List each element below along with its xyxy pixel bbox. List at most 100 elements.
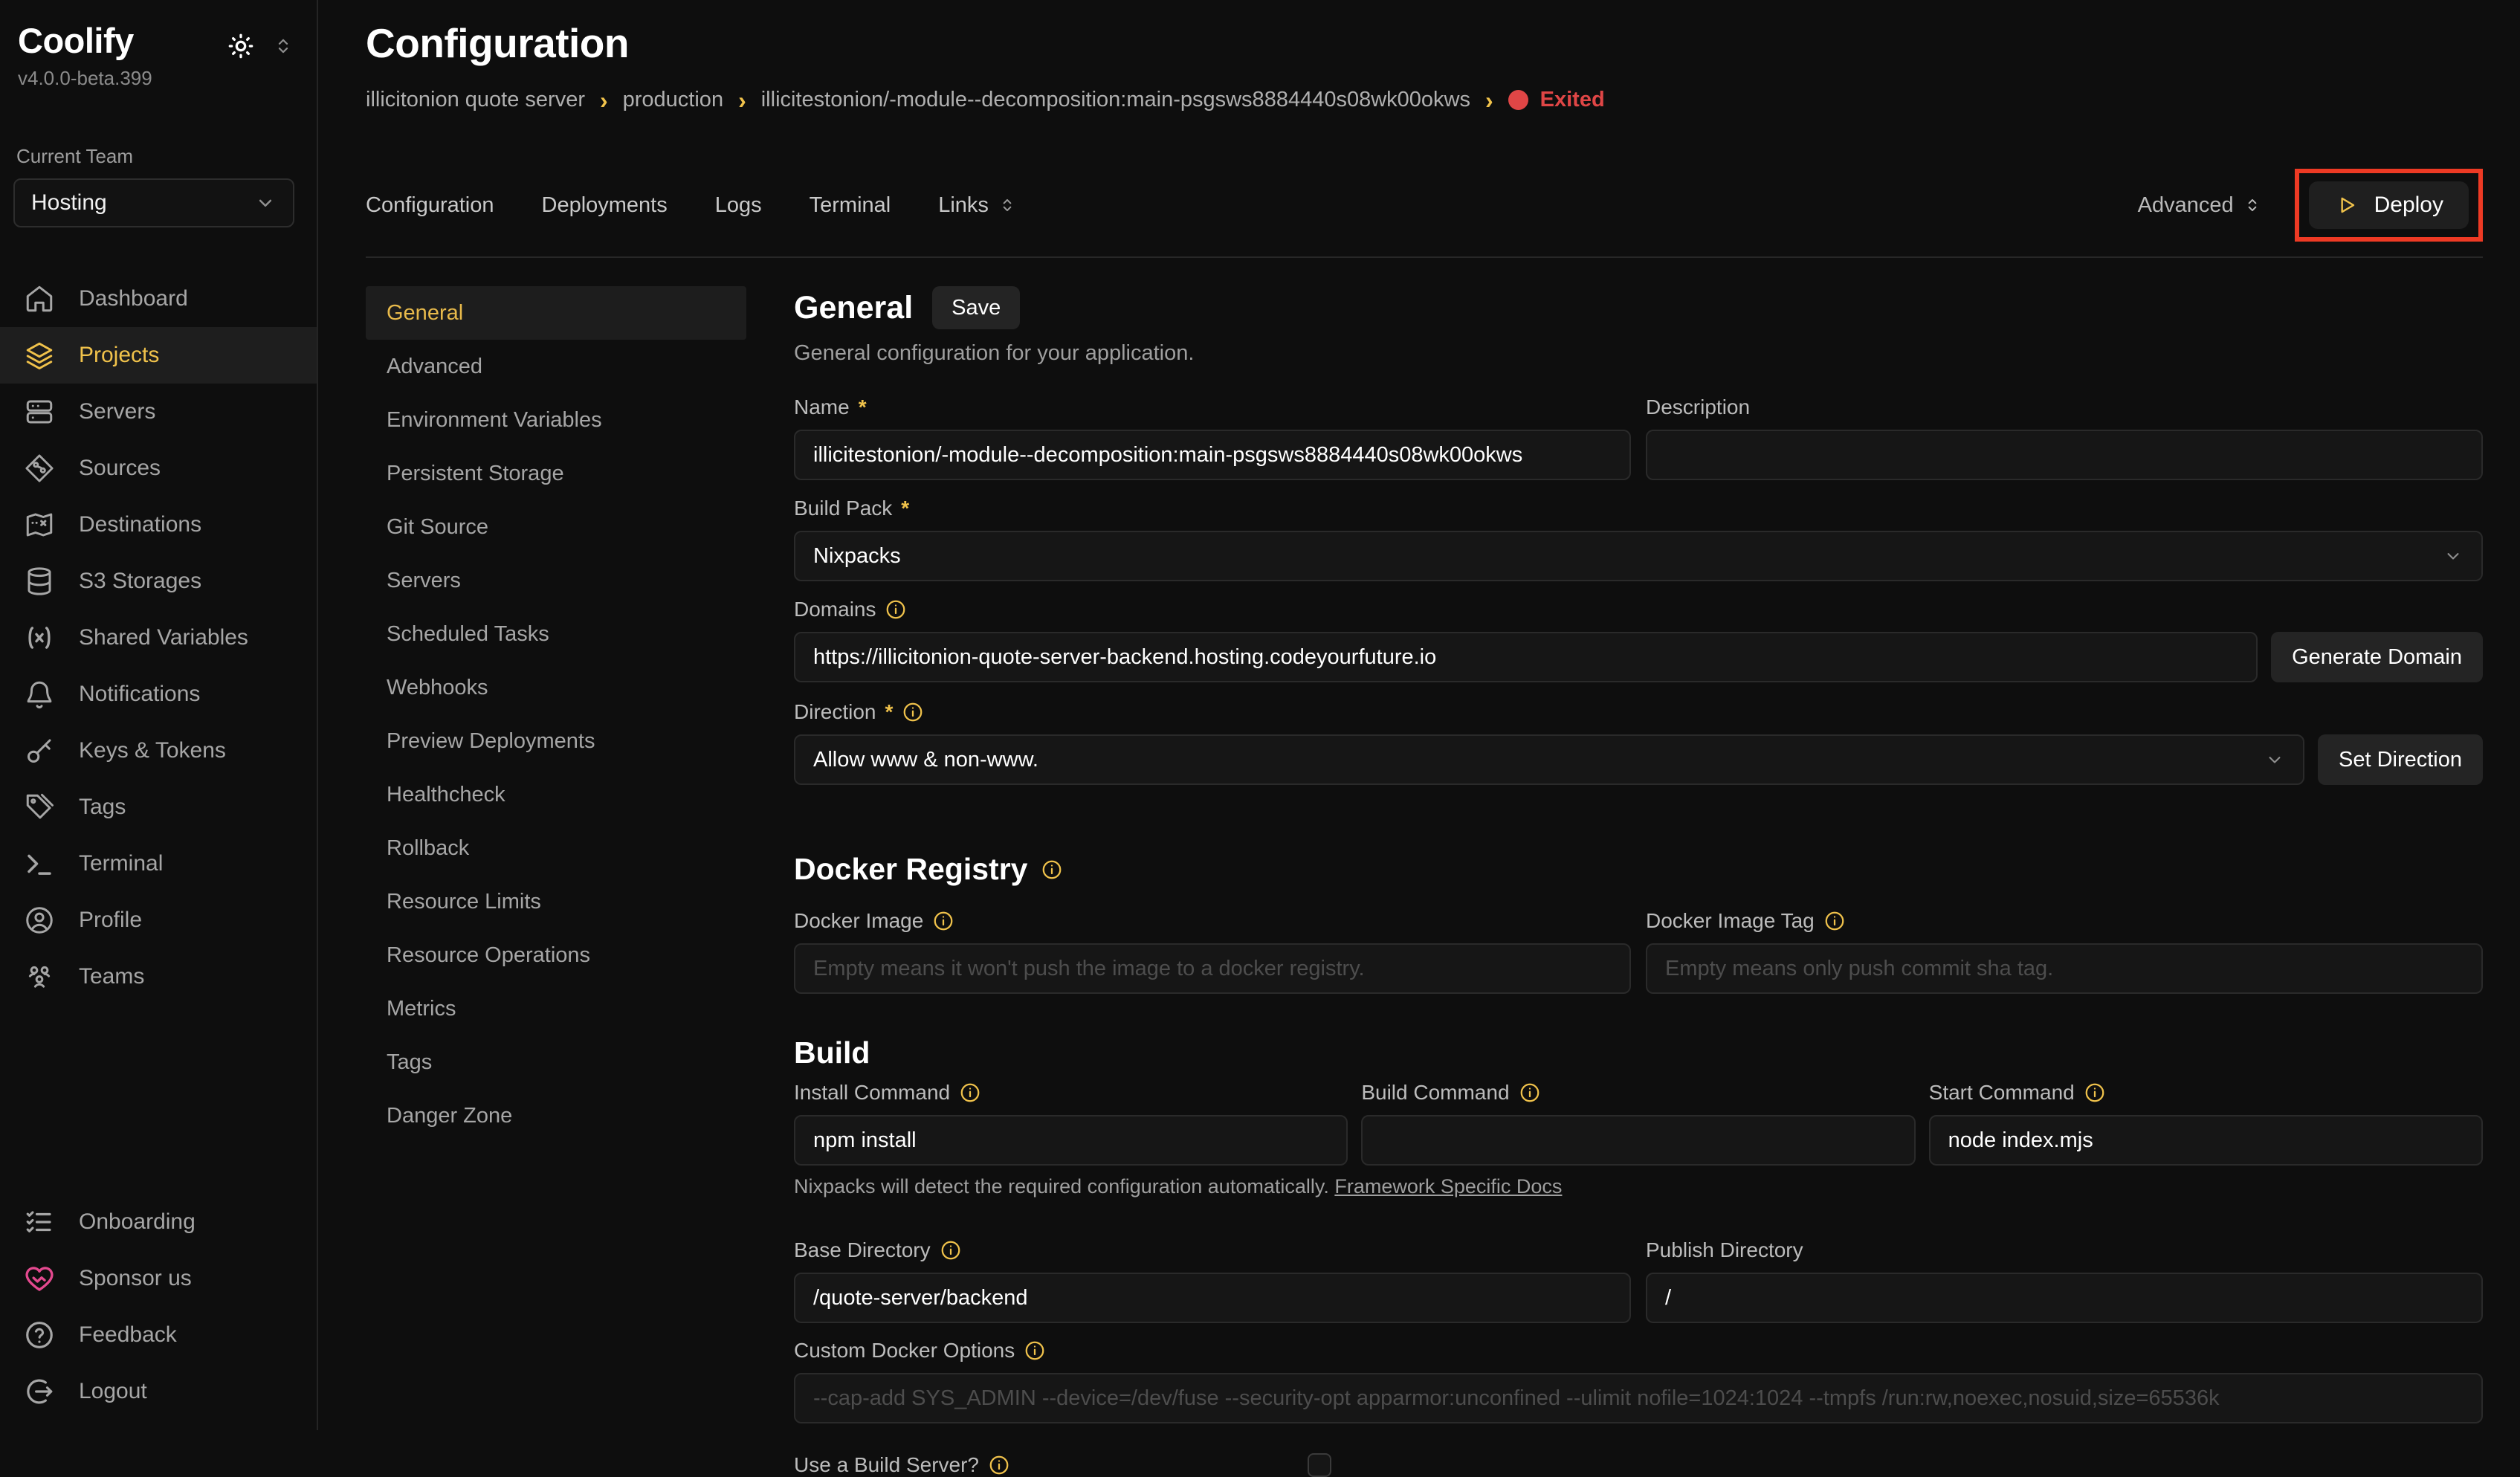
info-icon[interactable] bbox=[932, 910, 954, 932]
subnav-item-healthcheck[interactable]: Healthcheck bbox=[366, 768, 746, 821]
tab-bar: Configuration Deployments Logs Terminal … bbox=[366, 169, 2483, 242]
sidebar-item-projects[interactable]: Projects bbox=[0, 327, 317, 384]
build-command-label: Build Command bbox=[1361, 1081, 1509, 1105]
subnav-item-preview-deployments[interactable]: Preview Deployments bbox=[366, 714, 746, 768]
page-title: Configuration bbox=[366, 19, 2483, 67]
subnav-item-persistent-storage[interactable]: Persistent Storage bbox=[366, 447, 746, 500]
docker-image-label: Docker Image bbox=[794, 909, 923, 933]
user-icon bbox=[22, 903, 56, 937]
info-icon[interactable] bbox=[988, 1454, 1010, 1476]
sidebar-item-tags[interactable]: Tags bbox=[0, 779, 317, 836]
info-icon[interactable] bbox=[885, 598, 907, 621]
name-input[interactable] bbox=[794, 430, 1631, 480]
base-directory-input[interactable] bbox=[794, 1273, 1631, 1323]
sidebar-item-sponsor[interactable]: Sponsor us bbox=[0, 1250, 317, 1307]
custom-docker-options-input[interactable] bbox=[794, 1373, 2483, 1423]
subnav-item-servers[interactable]: Servers bbox=[366, 554, 746, 607]
tab-configuration[interactable]: Configuration bbox=[366, 193, 494, 218]
docker-registry-heading: Docker Registry bbox=[794, 852, 1027, 887]
install-command-input[interactable] bbox=[794, 1115, 1348, 1166]
main-content: Configuration illicitonion quote server … bbox=[318, 0, 2520, 1430]
sidebar-item-terminal[interactable]: Terminal bbox=[0, 836, 317, 892]
build-server-checkbox[interactable] bbox=[1308, 1453, 1331, 1477]
sidebar-item-teams[interactable]: Teams bbox=[0, 948, 317, 1005]
build-command-input[interactable] bbox=[1361, 1115, 1915, 1166]
breadcrumb-project[interactable]: illicitonion quote server bbox=[366, 88, 585, 112]
sidebar-item-dashboard[interactable]: Dashboard bbox=[0, 271, 317, 327]
sidebar-item-destinations[interactable]: Destinations bbox=[0, 497, 317, 553]
subnav-item-danger-zone[interactable]: Danger Zone bbox=[366, 1089, 746, 1143]
deploy-button[interactable]: Deploy bbox=[2309, 181, 2469, 229]
subnav-item-resource-limits[interactable]: Resource Limits bbox=[366, 875, 746, 928]
tab-logs[interactable]: Logs bbox=[715, 193, 762, 218]
docker-image-input[interactable] bbox=[794, 943, 1631, 994]
breadcrumb-separator: › bbox=[600, 88, 608, 112]
nav-label: S3 Storages bbox=[79, 569, 201, 594]
info-icon[interactable] bbox=[1024, 1339, 1046, 1362]
domains-input[interactable] bbox=[794, 632, 2258, 682]
subnav-item-webhooks[interactable]: Webhooks bbox=[366, 661, 746, 714]
breadcrumb-application[interactable]: illicitestonion/-module--decomposition:m… bbox=[761, 88, 1470, 112]
sidebar-item-sources[interactable]: Sources bbox=[0, 440, 317, 497]
direction-select[interactable]: Allow www & non-www. bbox=[794, 734, 2304, 785]
info-icon[interactable] bbox=[940, 1239, 962, 1261]
set-direction-button[interactable]: Set Direction bbox=[2318, 734, 2483, 785]
sidebar-item-feedback[interactable]: Feedback bbox=[0, 1307, 317, 1363]
info-icon[interactable] bbox=[902, 701, 924, 723]
start-command-input[interactable] bbox=[1929, 1115, 2483, 1166]
breadcrumb-environment[interactable]: production bbox=[623, 88, 723, 112]
tab-deployments[interactable]: Deployments bbox=[542, 193, 668, 218]
subnav-item-git-source[interactable]: Git Source bbox=[366, 500, 746, 554]
sun-icon[interactable] bbox=[226, 31, 256, 61]
subnav-item-environment-variables[interactable]: Environment Variables bbox=[366, 393, 746, 447]
info-icon[interactable] bbox=[959, 1082, 981, 1104]
docker-image-tag-input[interactable] bbox=[1646, 943, 2483, 994]
nav-label: Dashboard bbox=[79, 286, 188, 311]
sidebar-nav: Dashboard Projects Servers Sources Desti… bbox=[0, 271, 317, 1005]
git-icon bbox=[22, 451, 56, 485]
build-command-field-group: Build Command bbox=[1361, 1081, 1915, 1166]
subnav-item-resource-operations[interactable]: Resource Operations bbox=[366, 928, 746, 982]
map-icon bbox=[22, 508, 56, 542]
required-marker: * bbox=[859, 395, 867, 419]
subnav-item-advanced[interactable]: Advanced bbox=[366, 340, 746, 393]
info-icon[interactable] bbox=[1519, 1082, 1541, 1104]
chevron-up-down-icon[interactable] bbox=[272, 35, 294, 57]
subnav-item-scheduled-tasks[interactable]: Scheduled Tasks bbox=[366, 607, 746, 661]
subnav-item-tags[interactable]: Tags bbox=[366, 1035, 746, 1089]
sidebar-item-shared-variables[interactable]: Shared Variables bbox=[0, 610, 317, 666]
save-button[interactable]: Save bbox=[932, 286, 1020, 329]
description-input[interactable] bbox=[1646, 430, 2483, 480]
advanced-dropdown[interactable]: Advanced bbox=[2138, 193, 2262, 218]
base-directory-label: Base Directory bbox=[794, 1238, 931, 1262]
generate-domain-button[interactable]: Generate Domain bbox=[2271, 632, 2483, 682]
server-icon bbox=[22, 395, 56, 429]
sidebar-item-s3-storages[interactable]: S3 Storages bbox=[0, 553, 317, 610]
app-logo[interactable]: Coolify bbox=[18, 21, 134, 61]
start-command-label: Start Command bbox=[1929, 1081, 2075, 1105]
info-icon[interactable] bbox=[1823, 910, 1846, 932]
info-icon[interactable] bbox=[2084, 1082, 2106, 1104]
subnav-item-rollback[interactable]: Rollback bbox=[366, 821, 746, 875]
docker-image-tag-field-group: Docker Image Tag bbox=[1646, 909, 2483, 994]
chevron-up-down-icon bbox=[998, 195, 1017, 215]
sidebar-item-onboarding[interactable]: Onboarding bbox=[0, 1194, 317, 1250]
build-server-label: Use a Build Server? bbox=[794, 1453, 979, 1477]
sidebar-item-keys-tokens[interactable]: Keys & Tokens bbox=[0, 723, 317, 779]
build-pack-value: Nixpacks bbox=[813, 544, 901, 569]
subnav-item-metrics[interactable]: Metrics bbox=[366, 982, 746, 1035]
tab-links[interactable]: Links bbox=[938, 193, 1017, 218]
sidebar-item-profile[interactable]: Profile bbox=[0, 892, 317, 948]
nav-label: Projects bbox=[79, 343, 159, 368]
team-select[interactable]: Hosting bbox=[13, 178, 294, 227]
sidebar-item-servers[interactable]: Servers bbox=[0, 384, 317, 440]
sidebar-item-notifications[interactable]: Notifications bbox=[0, 666, 317, 723]
description-field-group: Description bbox=[1646, 395, 2483, 480]
build-pack-select[interactable]: Nixpacks bbox=[794, 531, 2483, 581]
publish-directory-input[interactable] bbox=[1646, 1273, 2483, 1323]
info-icon[interactable] bbox=[1041, 859, 1063, 881]
tab-terminal[interactable]: Terminal bbox=[810, 193, 891, 218]
sidebar-item-logout[interactable]: Logout bbox=[0, 1363, 317, 1420]
subnav-item-general[interactable]: General bbox=[366, 286, 746, 340]
framework-docs-link[interactable]: Framework Specific Docs bbox=[1334, 1175, 1562, 1198]
